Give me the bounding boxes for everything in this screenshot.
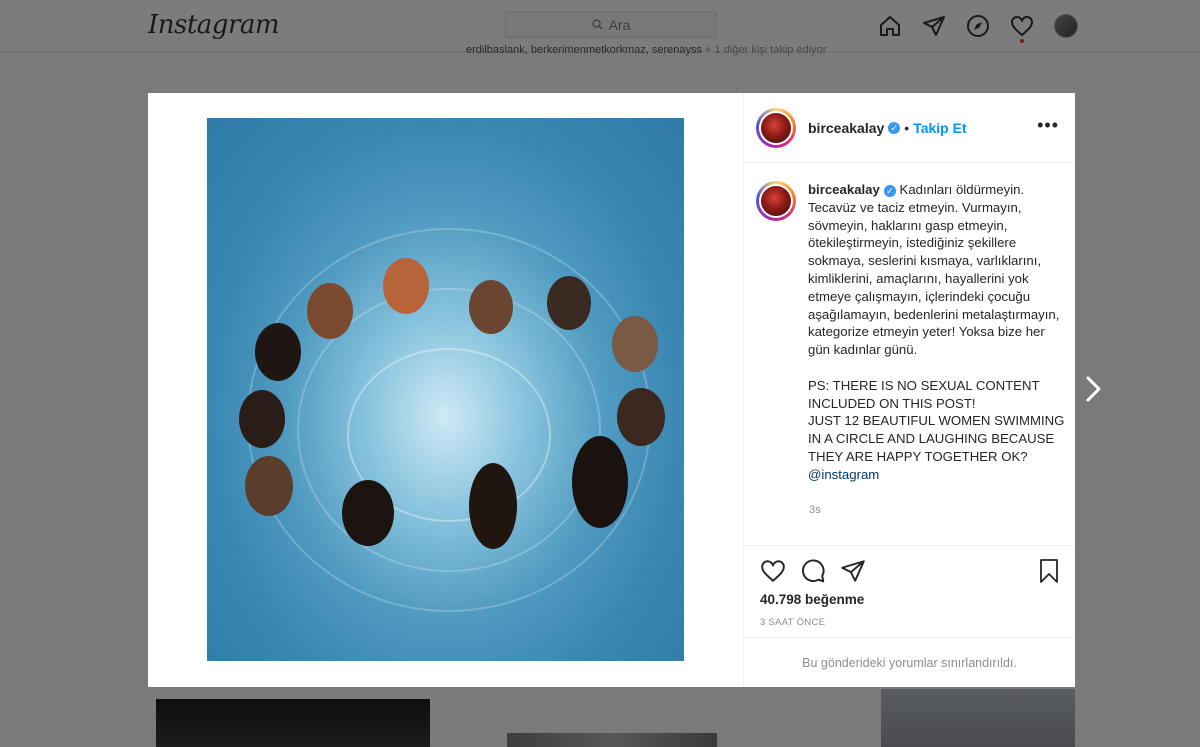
instagram-logo[interactable]: Instagram	[148, 10, 280, 40]
nav-icons	[877, 13, 1079, 43]
followed-by-text: erdilbaslank, berkerimenmetkorkmaz, sere…	[466, 44, 826, 56]
caption-mention[interactable]: @instagram	[808, 467, 879, 482]
compass-icon[interactable]	[965, 13, 991, 39]
home-icon[interactable]	[877, 13, 903, 39]
post-actions: 40.798 beğenme 3 SAAT ÖNCE	[744, 545, 1075, 638]
caption-username[interactable]: birceakalay	[808, 182, 880, 197]
followed-by-names[interactable]: erdilbaslank, berkerimenmetkorkmaz, sere…	[466, 44, 702, 56]
search-icon	[592, 17, 603, 33]
followed-by-more: + 1 diğer kişi takip ediyor	[705, 44, 827, 56]
grid-thumbnail[interactable]	[507, 733, 717, 747]
avatar[interactable]	[756, 181, 796, 221]
caption-text: birceakalay ✓ Kadınları öldürmeyin. Tecav…	[808, 181, 1068, 484]
notification-dot	[1020, 39, 1024, 43]
post-username[interactable]: birceakalay	[808, 120, 884, 136]
search-input[interactable]: Ara	[505, 11, 717, 38]
comments-limited-notice: Bu gönderideki yorumlar sınırlandırıldı.	[744, 637, 1075, 688]
post-header: birceakalay ✓ • Takip Et •••	[744, 93, 1075, 163]
like-heart-icon[interactable]	[760, 558, 786, 589]
grid-thumbnail[interactable]	[881, 689, 1075, 747]
post-photo[interactable]	[207, 118, 684, 661]
post-sidebar: birceakalay ✓ • Takip Et ••• birceakalay…	[743, 93, 1075, 687]
avatar[interactable]	[756, 107, 796, 148]
verified-badge-icon: ✓	[883, 184, 896, 197]
bookmark-icon[interactable]	[1037, 558, 1061, 589]
like-count[interactable]: 40.798 beğenme	[760, 592, 864, 607]
share-paper-plane-icon[interactable]	[840, 558, 866, 589]
follow-button[interactable]: Takip Et	[913, 120, 966, 136]
search-placeholder: Ara	[608, 16, 631, 33]
caption-body: Kadınları öldürmeyin. Tecavüz ve taciz e…	[808, 182, 1065, 464]
post-modal: birceakalay ✓ • Takip Et ••• birceakalay…	[148, 93, 1075, 687]
chevron-right-icon[interactable]	[1083, 374, 1105, 412]
caption-timestamp: 3s	[809, 504, 821, 516]
verified-badge-icon: ✓	[888, 121, 901, 134]
comment-icon[interactable]	[800, 558, 826, 589]
grid-thumbnail[interactable]	[156, 699, 430, 747]
more-options-icon[interactable]: •••	[1037, 115, 1059, 136]
avatar	[1054, 14, 1078, 38]
profile-avatar[interactable]	[1053, 13, 1079, 39]
caption: birceakalay ✓ Kadınları öldürmeyin. Tecav…	[756, 181, 1068, 484]
heart-icon[interactable]	[1009, 13, 1035, 43]
post-time-ago: 3 SAAT ÖNCE	[760, 617, 826, 628]
separator-dot: •	[904, 119, 910, 136]
post-media	[148, 93, 743, 687]
paper-plane-icon[interactable]	[921, 13, 947, 39]
